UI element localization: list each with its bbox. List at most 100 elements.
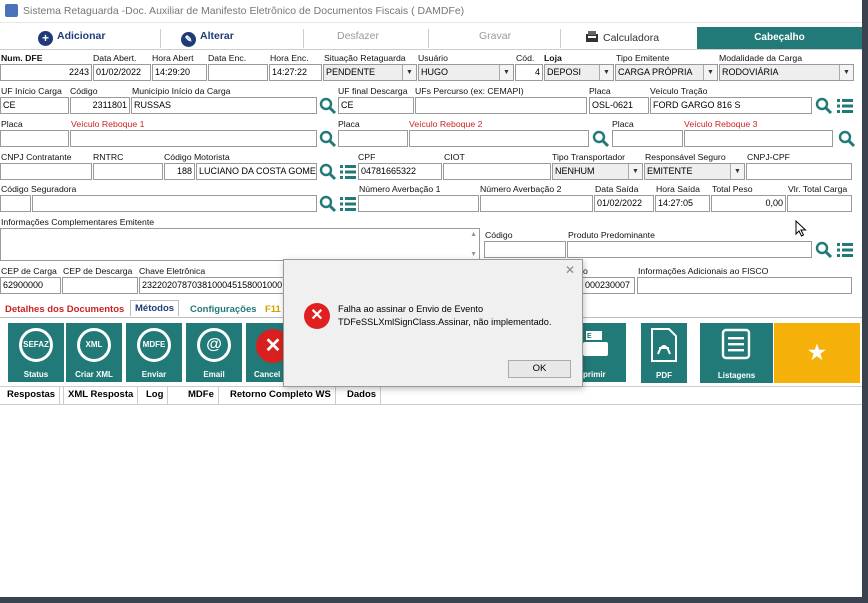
cancelar-button[interactable]: ✕ Cancel xyxy=(246,323,284,382)
tab-mdfe[interactable]: MDFe xyxy=(184,387,219,404)
chevron-down-icon[interactable]: ▼ xyxy=(730,164,744,179)
chave-eletronica-field[interactable]: 2322020787038100045158001000 xyxy=(139,277,289,294)
ok-button[interactable]: OK xyxy=(508,360,571,378)
favorites-star-icon[interactable]: ★ xyxy=(774,323,860,383)
scroll-up-icon[interactable]: ▲ xyxy=(470,231,477,238)
uf-inicio-field[interactable]: CE xyxy=(0,97,69,114)
placa-tracao-field[interactable]: OSL-0621 xyxy=(589,97,649,114)
search-icon[interactable] xyxy=(815,241,833,259)
pdf-button[interactable]: PDF xyxy=(641,323,687,383)
tab-respostas[interactable]: Respostas xyxy=(3,387,61,404)
tab-configuracoes[interactable]: Configurações xyxy=(190,304,257,315)
tab-dados[interactable]: Dados xyxy=(343,387,382,404)
usuario-select[interactable]: HUGO ▼ xyxy=(418,64,514,81)
xml-icon: XML xyxy=(77,328,111,362)
search-icon[interactable] xyxy=(319,130,337,148)
placa3-field[interactable] xyxy=(612,130,683,147)
ciot-field[interactable] xyxy=(443,163,551,180)
loja-select[interactable]: DEPOSI ▼ xyxy=(544,64,614,81)
search-icon[interactable] xyxy=(319,97,337,115)
vlr-total-carga-field[interactable] xyxy=(787,195,852,212)
reboque3-field[interactable] xyxy=(684,130,833,147)
chevron-down-icon[interactable]: ▼ xyxy=(599,65,613,80)
chevron-down-icon[interactable]: ▼ xyxy=(703,65,717,80)
chevron-down-icon[interactable]: ▼ xyxy=(628,164,642,179)
search-icon[interactable] xyxy=(319,163,337,181)
close-icon[interactable]: ✕ xyxy=(565,263,575,277)
hora-saida-field[interactable]: 14:27:05 xyxy=(655,195,710,212)
responsavel-seguro-select[interactable]: EMITENTE ▼ xyxy=(644,163,745,180)
data-saida-field[interactable]: 01/02/2022 xyxy=(594,195,654,212)
codigo-mun-field[interactable]: 2311801 xyxy=(70,97,130,114)
usuario-label: Usuário xyxy=(418,53,448,63)
cep-carga-field[interactable]: 62900000 xyxy=(0,277,61,294)
motorista-name-field[interactable]: LUCIANO DA COSTA GOMES xyxy=(196,163,317,180)
codigo-motorista-field[interactable]: 188 xyxy=(164,163,195,180)
codigo-seguradora-field[interactable] xyxy=(0,195,31,212)
ufs-percurso-field[interactable] xyxy=(415,97,587,114)
info-compl-textarea[interactable]: ▲ ▼ xyxy=(0,228,480,261)
listagens-button[interactable]: Listagens xyxy=(700,323,773,383)
alterar-button[interactable]: ✎ Alterar xyxy=(181,30,234,47)
cnpj-contratante-field[interactable] xyxy=(0,163,92,180)
chave-eletronica-tail[interactable]: 000230007 xyxy=(583,277,635,294)
criar-xml-button[interactable]: XML Criar XML xyxy=(66,323,122,382)
desfazer-button[interactable]: Desfazer xyxy=(337,30,379,42)
tab-xml-resposta[interactable]: XML Resposta xyxy=(63,387,139,404)
search-icon[interactable] xyxy=(319,195,337,213)
cabecalho-tab[interactable]: Cabeçalho xyxy=(697,27,862,49)
placa2-field[interactable] xyxy=(338,130,408,147)
rntrc-field[interactable] xyxy=(93,163,163,180)
tab-metodos[interactable]: Métodos xyxy=(130,300,180,316)
enviar-button[interactable]: MDFE Enviar xyxy=(126,323,182,382)
list-icon[interactable] xyxy=(339,195,357,213)
cpf-field[interactable]: 04781665322 xyxy=(358,163,442,180)
num-dfe-field[interactable]: 2243 xyxy=(0,64,92,81)
tipo-transportador-select[interactable]: NENHUM ▼ xyxy=(552,163,643,180)
seguradora-name-field[interactable] xyxy=(32,195,317,212)
hora-abert-field[interactable]: 14:29:20 xyxy=(152,64,207,81)
num-averbacao2-field[interactable] xyxy=(480,195,593,212)
data-abert-field[interactable]: 01/02/2022 xyxy=(93,64,151,81)
codigo-prod-field[interactable] xyxy=(484,241,566,258)
produto-predominante-field[interactable] xyxy=(567,241,812,258)
situacao-select[interactable]: PENDENTE ▼ xyxy=(323,64,417,81)
status-button[interactable]: SEFAZ Status xyxy=(8,323,64,382)
gravar-button[interactable]: Gravar xyxy=(479,30,511,42)
reboque2-field[interactable] xyxy=(409,130,589,147)
data-enc-field[interactable] xyxy=(208,64,268,81)
total-peso-field[interactable]: 0,00 xyxy=(711,195,786,212)
scroll-down-icon[interactable]: ▼ xyxy=(470,251,477,258)
tab-f11[interactable]: F11 xyxy=(265,304,281,315)
search-icon[interactable] xyxy=(838,130,856,148)
list-icon[interactable] xyxy=(836,97,854,115)
adicionar-button[interactable]: + Adicionar xyxy=(38,30,105,46)
tipo-emitente-select[interactable]: CARGA PRÓPRIA ▼ xyxy=(615,64,718,81)
email-button[interactable]: @ Email xyxy=(186,323,242,382)
list-icon[interactable] xyxy=(836,241,854,259)
response-area[interactable] xyxy=(0,405,862,591)
veiculo-tracao-field[interactable]: FORD GARGO 816 S xyxy=(650,97,812,114)
tab-log[interactable]: Log xyxy=(142,387,169,404)
hora-enc-field[interactable]: 14:27:22 xyxy=(269,64,322,81)
tab-retorno[interactable]: Retorno Completo WS xyxy=(226,387,336,404)
placa1-field[interactable] xyxy=(0,130,69,147)
reboque1-field[interactable] xyxy=(70,130,317,147)
cod-field[interactable]: 4 xyxy=(515,64,543,81)
chevron-down-icon[interactable]: ▼ xyxy=(402,65,416,80)
cnpj-cpf-field[interactable] xyxy=(746,163,852,180)
chevron-down-icon[interactable]: ▼ xyxy=(839,65,853,80)
modalidade-select[interactable]: RODOVIÁRIA ▼ xyxy=(719,64,854,81)
list-icon[interactable] xyxy=(339,163,357,181)
chevron-down-icon[interactable]: ▼ xyxy=(499,65,513,80)
num-averbacao1-field[interactable] xyxy=(358,195,479,212)
info-fisco-field[interactable] xyxy=(637,277,852,294)
calculadora-button[interactable]: Calculadora xyxy=(585,30,659,44)
uf-final-field[interactable]: CE xyxy=(338,97,414,114)
search-icon[interactable] xyxy=(592,130,610,148)
cep-descarga-field[interactable] xyxy=(62,277,138,294)
search-icon[interactable] xyxy=(815,97,833,115)
tab-detalhes[interactable]: Detalhes dos Documentos xyxy=(5,304,124,315)
imprimir-button[interactable]: Eprimir xyxy=(583,323,626,382)
municipio-field[interactable]: RUSSAS xyxy=(131,97,317,114)
